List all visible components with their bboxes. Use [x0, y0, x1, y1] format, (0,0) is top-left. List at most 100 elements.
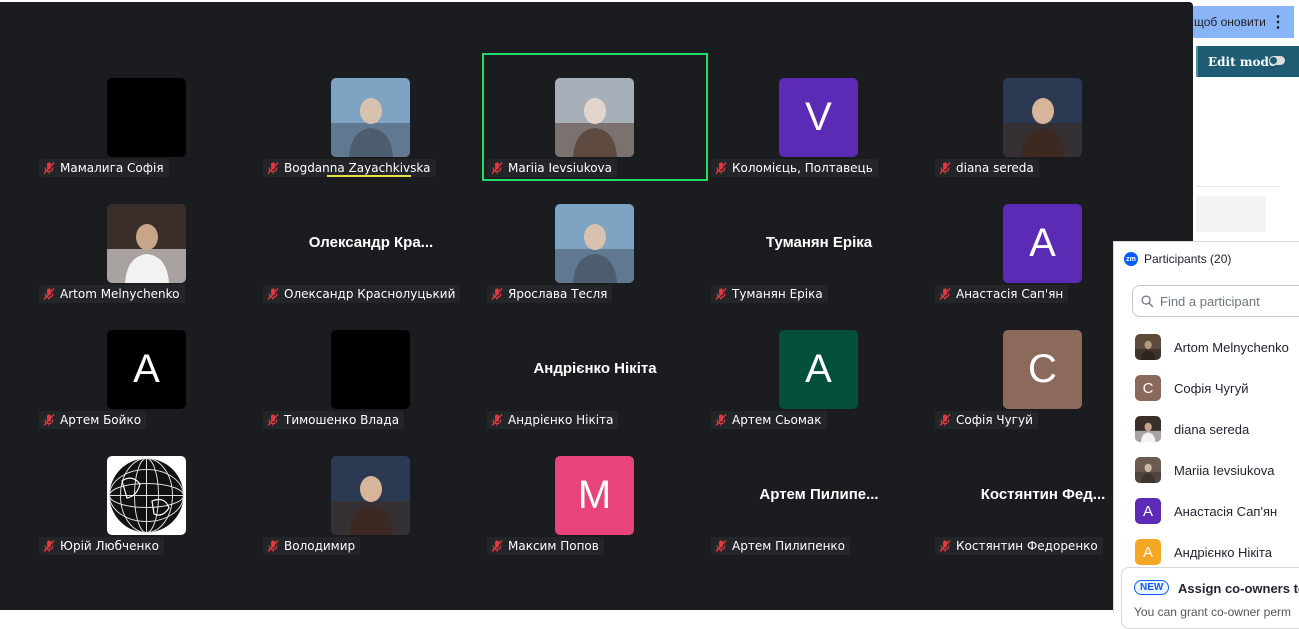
zoom-logo-icon: zm	[1124, 252, 1138, 266]
speaking-indicator	[327, 175, 411, 177]
participant-name-label: diana sereda	[935, 159, 1039, 177]
update-label: щоб оновити	[1194, 15, 1266, 29]
edit-mode-label: Edit mode	[1208, 54, 1277, 69]
avatar-letter: A	[107, 330, 186, 409]
video-tile[interactable]: Тимошенко Влада	[259, 306, 483, 432]
avatar	[331, 78, 410, 157]
participant-name: Mariia Ievsiukova	[508, 161, 613, 175]
video-tile[interactable]: Артем Пилипе... Артем Пилипенко	[707, 432, 931, 558]
globe-icon	[107, 456, 186, 535]
participant-list-name: Андрієнко Нікіта	[1174, 544, 1272, 560]
avatar: C	[1135, 375, 1161, 401]
avatar	[1135, 416, 1161, 442]
participant-list-name: Artom Melnychenko	[1174, 339, 1289, 355]
update-button[interactable]: щоб оновити ⋮	[1180, 6, 1294, 38]
muted-microphone-icon	[43, 162, 55, 174]
participant-name: Артем Сьомак	[732, 413, 822, 427]
promo-text: You can grant co-owner perm	[1134, 605, 1291, 619]
participant-display-name: Олександр Кра...	[308, 234, 434, 251]
participant-name-label: Андрієнко Нікіта	[487, 411, 619, 429]
avatar-letter: A	[779, 330, 858, 409]
muted-microphone-icon	[43, 414, 55, 426]
participant-name: Костянтин Федоренко	[956, 539, 1098, 553]
panel-header: zm Participants (20)	[1124, 252, 1231, 266]
participants-panel: zm Participants (20) Find a participant …	[1113, 241, 1299, 629]
participant-name-label: Артем Бойко	[39, 411, 147, 429]
edit-mode-toggle[interactable]	[1269, 56, 1285, 65]
video-tile[interactable]: Володимир	[259, 432, 483, 558]
muted-microphone-icon	[939, 162, 951, 174]
participant-photo	[1003, 78, 1082, 157]
video-tile[interactable]: Мамалига Софія	[35, 54, 259, 180]
participant-display-name: Туманян Еріка	[765, 234, 873, 251]
placeholder-box	[1196, 196, 1266, 232]
participant-name-label: Туманян Еріка	[711, 285, 828, 303]
participant-row[interactable]: diana sereda	[1135, 416, 1249, 442]
participant-row[interactable]: C Софія Чугуй	[1135, 375, 1249, 401]
participant-name: Артем Пилипенко	[732, 539, 846, 553]
participant-list-name: Софія Чугуй	[1174, 380, 1249, 396]
avatar-letter: A	[1003, 204, 1082, 283]
muted-microphone-icon	[491, 288, 503, 300]
participant-name-label: Юрій Любченко	[39, 537, 164, 555]
video-tile[interactable]: Ярослава Тесля	[483, 180, 707, 306]
muted-microphone-icon	[491, 540, 503, 552]
avatar-letter: M	[555, 456, 634, 535]
muted-microphone-icon	[43, 288, 55, 300]
search-input[interactable]: Find a participant	[1132, 285, 1299, 317]
video-tile[interactable]: Андрієнко Нікіта Андрієнко Нікіта	[483, 306, 707, 432]
co-owner-promo[interactable]: NEW Assign co-owners to You can grant co…	[1121, 567, 1299, 629]
search-placeholder: Find a participant	[1160, 293, 1260, 309]
video-tile[interactable]: A Артем Сьомак	[707, 306, 931, 432]
participant-photo	[331, 78, 410, 157]
participant-row[interactable]: A Анастасія Сап'ян	[1135, 498, 1277, 524]
video-tile[interactable]: Олександр Кра... Олександр Краснолуцький	[259, 180, 483, 306]
new-badge: NEW	[1134, 580, 1170, 595]
avatar: A	[1135, 539, 1161, 565]
participant-name-label: Олександр Краснолуцький	[263, 285, 461, 303]
participant-name: Юрій Любченко	[60, 539, 159, 553]
muted-microphone-icon	[715, 288, 727, 300]
avatar	[555, 78, 634, 157]
avatar-letter: V	[779, 78, 858, 157]
muted-microphone-icon	[939, 540, 951, 552]
more-vertical-icon[interactable]: ⋮	[1270, 12, 1286, 32]
participant-name: Ярослава Тесля	[508, 287, 608, 301]
video-tile[interactable]: V Коломієць, Полтавець	[707, 54, 931, 180]
muted-microphone-icon	[491, 414, 503, 426]
participant-name-label: Мамалига Софія	[39, 159, 169, 177]
participant-name: Артем Бойко	[60, 413, 142, 427]
participant-photo	[331, 456, 410, 535]
video-tile[interactable]: Mariia Ievsiukova	[482, 53, 708, 181]
participant-name: Туманян Еріка	[732, 287, 823, 301]
participant-name: Bogdanna Zayachkivska	[284, 161, 431, 175]
participant-name-label: Коломієць, Полтавець	[711, 159, 878, 177]
avatar-letter: C	[1003, 330, 1082, 409]
video-tile[interactable]: Юрій Любченко	[35, 432, 259, 558]
video-tile[interactable]: Bogdanna Zayachkivska	[259, 54, 483, 180]
avatar	[1003, 78, 1082, 157]
video-tile[interactable]: Artom Melnychenko	[35, 180, 259, 306]
participant-name: diana sereda	[956, 161, 1034, 175]
participant-name: Андрієнко Нікіта	[508, 413, 614, 427]
video-tile[interactable]: A Артем Бойко	[35, 306, 259, 432]
participant-name-label: Софія Чугуй	[935, 411, 1038, 429]
avatar	[331, 456, 410, 535]
participant-row[interactable]: Mariia Ievsiukova	[1135, 457, 1274, 483]
participant-name: Мамалига Софія	[60, 161, 164, 175]
video-tile[interactable]: diana sereda	[931, 54, 1155, 180]
participant-row[interactable]: Artom Melnychenko	[1135, 334, 1289, 360]
muted-microphone-icon	[491, 162, 503, 174]
muted-microphone-icon	[267, 540, 279, 552]
participant-name-label: Тимошенко Влада	[263, 411, 405, 429]
muted-microphone-icon	[715, 540, 727, 552]
video-tile[interactable]: M Максим Попов	[483, 432, 707, 558]
participant-name-label: Artom Melnychenko	[39, 285, 185, 303]
avatar	[555, 204, 634, 283]
participant-name: Artom Melnychenko	[60, 287, 180, 301]
muted-microphone-icon	[939, 414, 951, 426]
participant-name: Олександр Краснолуцький	[284, 287, 456, 301]
participant-row[interactable]: A Андрієнко Нікіта	[1135, 539, 1272, 565]
video-tile[interactable]: Туманян Еріка Туманян Еріка	[707, 180, 931, 306]
participant-name-label: Анастасія Сап'ян	[935, 285, 1069, 303]
